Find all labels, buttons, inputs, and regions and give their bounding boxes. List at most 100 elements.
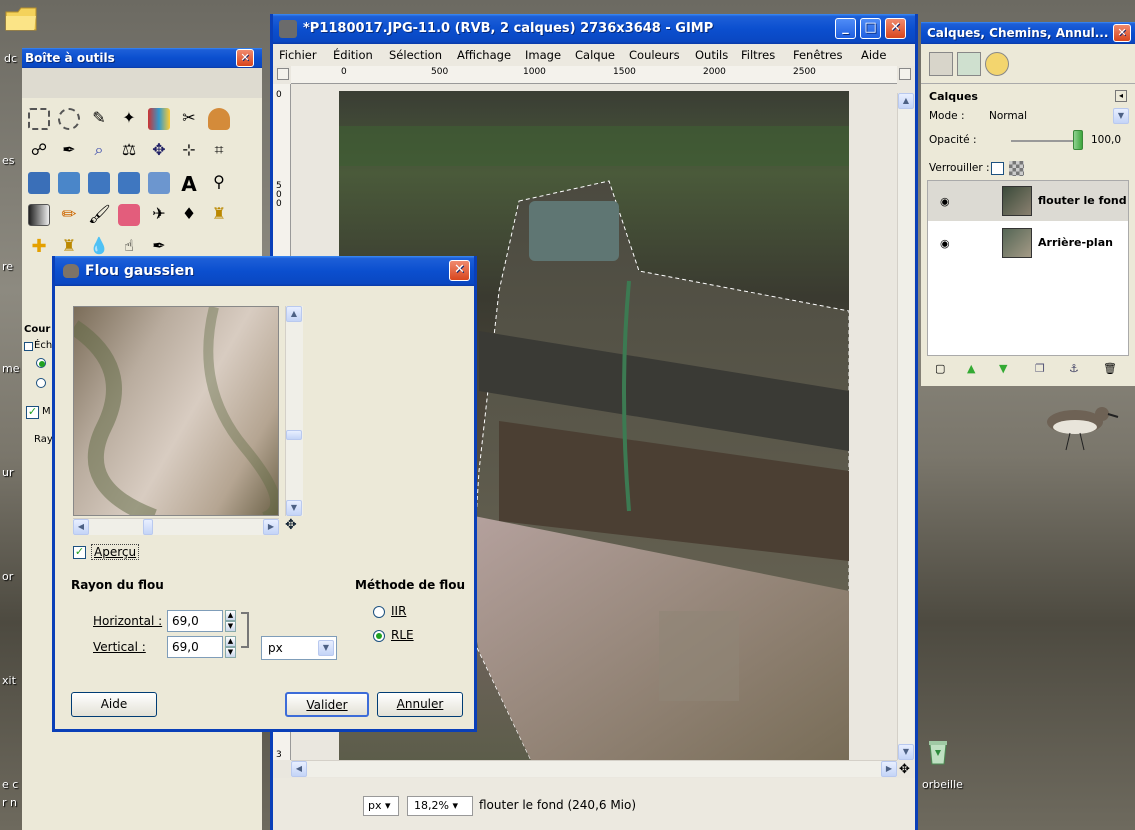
preview-navigate-icon[interactable]: ✥ [285, 517, 297, 533]
ruler-corner-button[interactable] [277, 68, 289, 80]
vertical-decrement[interactable]: ▼ [225, 647, 236, 658]
color-picker-icon[interactable]: ✒ [58, 140, 80, 162]
canvas-horizontal-scrollbar[interactable]: ◀ ▶ [291, 760, 897, 777]
eye-icon[interactable]: ◉ [940, 195, 950, 208]
chain-link-icon[interactable] [241, 612, 249, 648]
blend-icon[interactable] [28, 204, 50, 226]
method-rle-label[interactable]: RLE [391, 628, 414, 642]
unit-select[interactable]: px ▾ [363, 796, 399, 816]
layers-title-bar[interactable]: Calques, Chemins, Annul... ✕ [921, 22, 1135, 44]
menu-outils[interactable]: Outils [695, 48, 728, 62]
new-layer-icon[interactable]: ▢ [935, 362, 945, 375]
raise-layer-icon[interactable]: ▲ [967, 362, 975, 375]
menu-selection[interactable]: Sélection [389, 48, 442, 62]
airbrush-icon[interactable]: ✈ [148, 204, 170, 226]
ink-icon[interactable]: ♦ [178, 204, 200, 226]
lock-alpha-icon[interactable] [1009, 161, 1024, 176]
canvas-vertical-scrollbar[interactable]: ▲ ▼ [897, 93, 914, 760]
foreground-select-icon[interactable] [208, 108, 230, 130]
bucket-fill-icon[interactable]: ⚲ [208, 172, 230, 194]
horizontal-decrement[interactable]: ▼ [225, 621, 236, 632]
menu-calque[interactable]: Calque [575, 48, 615, 62]
menu-aide[interactable]: Aide [861, 48, 886, 62]
option-checkbox[interactable]: ✓ [26, 406, 39, 419]
menu-filtres[interactable]: Filtres [741, 48, 775, 62]
menu-fichier[interactable]: Fichier [279, 48, 317, 62]
dialog-title-bar[interactable]: Flou gaussien ✕ [55, 256, 474, 286]
layer-row[interactable]: ◉ flouter le fond [928, 181, 1128, 221]
layers-tab-icon[interactable] [929, 52, 953, 76]
desktop-folder-icon[interactable] [4, 2, 38, 32]
smudge-icon[interactable]: ☝ [118, 236, 140, 258]
scale-icon[interactable] [58, 172, 80, 194]
mode-dropdown-icon[interactable]: ▼ [1113, 108, 1129, 124]
anchor-layer-icon[interactable]: ⚓ [1069, 362, 1079, 375]
blur-icon[interactable]: 💧 [88, 236, 110, 258]
help-button[interactable]: Aide [71, 692, 157, 717]
toolbox-close-button[interactable]: ✕ [236, 49, 254, 67]
method-iir-label[interactable]: IIR [391, 604, 406, 618]
scroll-right-button[interactable]: ▶ [881, 761, 897, 777]
preview-image[interactable] [73, 306, 279, 516]
preview-scroll-hthumb[interactable] [143, 519, 153, 535]
minimize-button[interactable]: _ [835, 18, 856, 39]
rotate-icon[interactable] [28, 172, 50, 194]
menu-image[interactable]: Image [525, 48, 561, 62]
flip-icon[interactable] [148, 172, 170, 194]
zoom-toggle-icon[interactable] [899, 68, 911, 80]
layer-row[interactable]: ◉ Arrière-plan [928, 223, 1128, 263]
layer-name[interactable]: flouter le fond [1038, 194, 1127, 207]
preview-scroll-right[interactable]: ▶ [263, 519, 279, 535]
horizontal-radius-input[interactable]: 69,0 [167, 610, 223, 632]
perspective-clone-icon[interactable]: ♜ [58, 236, 80, 258]
move-icon[interactable]: ✥ [148, 140, 170, 162]
menu-affichage[interactable]: Affichage [457, 48, 511, 62]
scissors-icon[interactable]: ✂ [178, 108, 200, 130]
vertical-increment[interactable]: ▲ [225, 636, 236, 647]
menu-fenetres[interactable]: Fenêtres [793, 48, 842, 62]
rect-select-icon[interactable] [28, 108, 50, 130]
lock-pixels-checkbox[interactable] [991, 162, 1004, 175]
scroll-down-button[interactable]: ▼ [898, 744, 914, 760]
shear-icon[interactable] [88, 172, 110, 194]
preview-checkbox[interactable]: ✓ [73, 546, 86, 559]
close-button[interactable]: ✕ [885, 18, 906, 39]
ellipse-select-icon[interactable] [58, 108, 80, 130]
cancel-button[interactable]: Annuler [377, 692, 463, 717]
pencil-icon[interactable]: ✏ [58, 204, 80, 226]
recycle-bin-icon[interactable] [926, 738, 950, 766]
preview-vertical-scrollbar[interactable]: ▲ ▼ [285, 306, 303, 516]
preview-scroll-thumb[interactable] [286, 430, 302, 440]
opacity-slider[interactable] [1011, 140, 1081, 142]
color-select-icon[interactable] [148, 108, 170, 130]
clone-icon[interactable]: ♜ [208, 204, 230, 226]
horizontal-ruler[interactable]: 0 500 1000 1500 2000 2500 [291, 66, 897, 84]
zoom-select[interactable]: 18,2% ▾ [407, 796, 473, 816]
unit-dropdown[interactable]: px ▼ [261, 636, 337, 660]
fuzzy-select-icon[interactable]: ✦ [118, 108, 140, 130]
layer-name[interactable]: Arrière-plan [1038, 236, 1113, 249]
lower-layer-icon[interactable]: ▼ [999, 362, 1007, 375]
menu-edition[interactable]: Édition [333, 48, 373, 62]
dodge-burn-icon[interactable]: ✒ [148, 236, 170, 258]
text-icon[interactable]: A [178, 172, 200, 196]
vertical-radius-input[interactable]: 69,0 [167, 636, 223, 658]
preview-horizontal-scrollbar[interactable]: ◀ ▶ [73, 518, 279, 535]
undo-tab-icon[interactable] [985, 52, 1009, 76]
lasso-icon[interactable]: ✎ [88, 108, 110, 130]
scroll-left-button[interactable]: ◀ [291, 761, 307, 777]
paths-icon[interactable]: ☍ [28, 140, 50, 162]
paintbrush-icon[interactable]: 🖌 [88, 204, 111, 226]
method-rle-radio[interactable] [373, 630, 385, 642]
duplicate-layer-icon[interactable]: ❐ [1035, 362, 1045, 375]
eraser-icon[interactable] [118, 204, 140, 226]
opacity-slider-handle[interactable] [1073, 130, 1083, 150]
mode-select[interactable]: Normal ▼ [985, 108, 1129, 126]
heal-icon[interactable]: ✚ [28, 236, 50, 258]
scale-checkbox[interactable] [24, 342, 33, 351]
maximize-button[interactable]: □ [860, 18, 881, 39]
zoom-icon[interactable]: ⌕ [88, 140, 110, 162]
method-iir-radio[interactable] [373, 606, 385, 618]
scale-radio-1[interactable] [36, 358, 46, 368]
layers-close-button[interactable]: ✕ [1113, 24, 1131, 42]
